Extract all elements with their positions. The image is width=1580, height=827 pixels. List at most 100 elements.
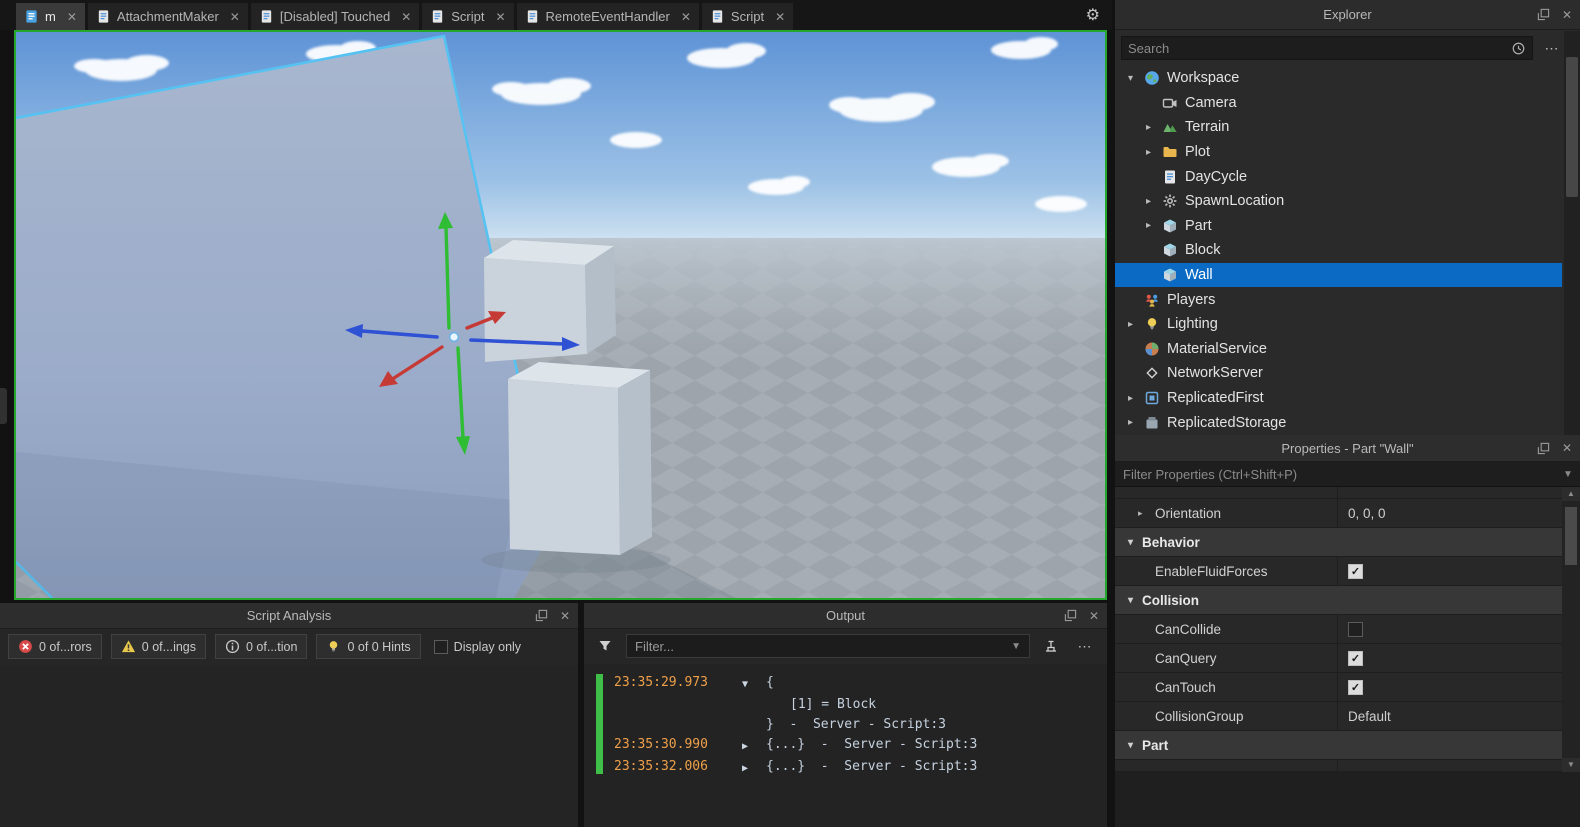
tree-item-wall[interactable]: Wall: [1115, 262, 1562, 288]
property-value[interactable]: [1337, 487, 1562, 498]
property-value[interactable]: ✓: [1337, 673, 1562, 701]
chevron-right-icon[interactable]: ▸: [1146, 147, 1162, 158]
chevron-right-icon[interactable]: ▸: [1128, 393, 1144, 404]
tree-item-block[interactable]: Block: [1115, 238, 1562, 263]
tree-item-spawnlocation[interactable]: ▸ SpawnLocation: [1115, 189, 1562, 214]
analysis-filter-button-warning[interactable]: 0 of...ings: [110, 634, 206, 659]
analysis-filter-button-error[interactable]: 0 of...rors: [8, 634, 102, 659]
property-value[interactable]: [1337, 760, 1562, 771]
close-icon[interactable]: ✕: [1562, 441, 1572, 455]
scrollbar-thumb[interactable]: [1565, 507, 1577, 565]
property-row-collisiongroup: CollisionGroup Default: [1115, 702, 1562, 731]
property-value[interactable]: ✓: [1337, 644, 1562, 672]
close-icon[interactable]: ✕: [560, 609, 570, 623]
output-log[interactable]: 23:35:29.973 ▼{[1] = Block} - Server - Sc…: [584, 664, 1107, 827]
property-section-collision[interactable]: ▾ Collision: [1115, 586, 1562, 615]
chevron-right-icon[interactable]: ▸: [1146, 220, 1162, 231]
tab-m[interactable]: m ✕: [16, 3, 85, 30]
script-icon: [1162, 169, 1179, 185]
property-row-clipped: [1115, 487, 1562, 499]
analysis-filter-button-info[interactable]: 0 of...tion: [215, 634, 308, 659]
tree-item-terrain[interactable]: ▸ Terrain: [1115, 115, 1562, 140]
checked-checkbox[interactable]: ✓: [1348, 679, 1363, 695]
tree-item-replicatedfirst[interactable]: ▸ ReplicatedFirst: [1115, 386, 1562, 411]
tab-close-icon[interactable]: ✕: [775, 10, 785, 24]
output-log-line: 23:35:30.990 ▶ {...} - Server - Script:3: [614, 735, 1105, 757]
filter-funnel-icon[interactable]: [592, 634, 618, 658]
property-value[interactable]: 0, 0, 0: [1337, 499, 1562, 527]
tab--disabled-touched[interactable]: [Disabled] Touched ✕: [250, 3, 420, 30]
close-icon[interactable]: ✕: [1089, 609, 1099, 623]
script-analysis-content[interactable]: [0, 666, 578, 827]
collapsed-panel-handle[interactable]: [0, 388, 7, 424]
float-panel-icon[interactable]: [1537, 442, 1550, 455]
output-filter-combo[interactable]: Filter... ▼: [626, 634, 1030, 658]
float-panel-icon[interactable]: [1064, 609, 1077, 622]
checked-checkbox[interactable]: ✓: [1348, 563, 1363, 579]
tree-item-networkserver[interactable]: NetworkServer: [1115, 361, 1562, 386]
scroll-up-icon[interactable]: ▲: [1562, 487, 1580, 501]
chevron-right-icon[interactable]: ▸: [1128, 319, 1144, 330]
tree-item-label: Workspace: [1167, 70, 1240, 87]
chevron-right-icon[interactable]: ▸: [1146, 196, 1162, 207]
clear-output-icon[interactable]: [1038, 634, 1064, 658]
search-input[interactable]: [1128, 40, 1511, 56]
tab-attachmentmaker[interactable]: AttachmentMaker ✕: [87, 3, 248, 30]
gear-icon[interactable]: ⚙: [1086, 5, 1100, 25]
chevron-right-icon[interactable]: ▸: [1138, 508, 1148, 519]
3d-viewport[interactable]: [14, 30, 1107, 600]
float-panel-icon[interactable]: [1537, 8, 1550, 21]
tab-remoteeventhandler[interactable]: RemoteEventHandler ✕: [516, 3, 699, 30]
block-3d-object-lower[interactable]: [508, 362, 652, 555]
property-section-behavior[interactable]: ▾ Behavior: [1115, 528, 1562, 557]
property-section-part[interactable]: ▾ Part: [1115, 731, 1562, 760]
properties-scrollbar[interactable]: ▲ ▼: [1562, 487, 1580, 772]
tree-item-label: Lighting: [1167, 316, 1218, 333]
tree-item-materialservice[interactable]: MaterialService: [1115, 337, 1562, 362]
chevron-right-icon[interactable]: ▸: [1146, 122, 1162, 133]
section-label: Collision: [1142, 592, 1200, 608]
unchecked-checkbox[interactable]: [433, 639, 448, 654]
checked-checkbox[interactable]: ✓: [1348, 650, 1363, 666]
output-filter-text: Filter...: [635, 638, 675, 654]
tree-item-part[interactable]: ▸ Part: [1115, 214, 1562, 239]
properties-filter-input[interactable]: [1115, 466, 1556, 482]
scroll-down-icon[interactable]: ▼: [1562, 758, 1580, 772]
expand-toggle-closed-icon[interactable]: ▶: [742, 757, 766, 779]
tree-item-lighting[interactable]: ▸ Lighting: [1115, 312, 1562, 337]
chevron-down-icon[interactable]: ▾: [1128, 73, 1144, 84]
expand-toggle-closed-icon[interactable]: ▶: [742, 735, 766, 757]
analysis-filter-button-hint[interactable]: 0 of 0 Hints: [316, 634, 421, 659]
display-only-toggle[interactable]: Display only: [433, 639, 521, 654]
search-history-icon[interactable]: [1511, 41, 1526, 56]
expand-toggle-open-icon[interactable]: ▼: [742, 673, 766, 695]
tab-script[interactable]: Script ✕: [422, 3, 514, 30]
tab-close-icon[interactable]: ✕: [67, 10, 77, 24]
property-value[interactable]: [1337, 615, 1562, 643]
float-panel-icon[interactable]: [535, 609, 548, 622]
script-analysis-panel: Script Analysis ✕ 0 of...rors 0 of...ings…: [0, 603, 578, 827]
explorer-more-icon[interactable]: ⋯: [1541, 36, 1563, 60]
tab-close-icon[interactable]: ✕: [495, 10, 505, 24]
tree-item-workspace[interactable]: ▾ Workspace: [1115, 66, 1562, 91]
unchecked-checkbox[interactable]: [1348, 621, 1363, 637]
part-icon: [1162, 242, 1179, 258]
tree-item-replicatedstorage[interactable]: ▸ ReplicatedStorage: [1115, 410, 1562, 435]
tab-close-icon[interactable]: ✕: [681, 10, 691, 24]
tab-script[interactable]: Script ✕: [701, 3, 794, 30]
chevron-down-icon[interactable]: ▼: [1556, 469, 1580, 480]
close-icon[interactable]: ✕: [1562, 8, 1572, 22]
tree-item-daycycle[interactable]: DayCycle: [1115, 164, 1562, 189]
place-icon: [24, 9, 39, 24]
tree-item-players[interactable]: Players: [1115, 287, 1562, 312]
property-value[interactable]: ✓: [1337, 557, 1562, 585]
property-value[interactable]: Default: [1337, 702, 1562, 730]
tree-item-camera[interactable]: Camera: [1115, 91, 1562, 116]
chevron-right-icon[interactable]: ▸: [1128, 417, 1144, 428]
tree-item-plot[interactable]: ▸ Plot: [1115, 140, 1562, 165]
tab-close-icon[interactable]: ✕: [401, 10, 411, 24]
explorer-scrollbar[interactable]: [1564, 31, 1580, 435]
more-options-icon[interactable]: ⋯: [1072, 634, 1098, 658]
scrollbar-thumb[interactable]: [1566, 57, 1578, 197]
tab-close-icon[interactable]: ✕: [230, 10, 240, 24]
